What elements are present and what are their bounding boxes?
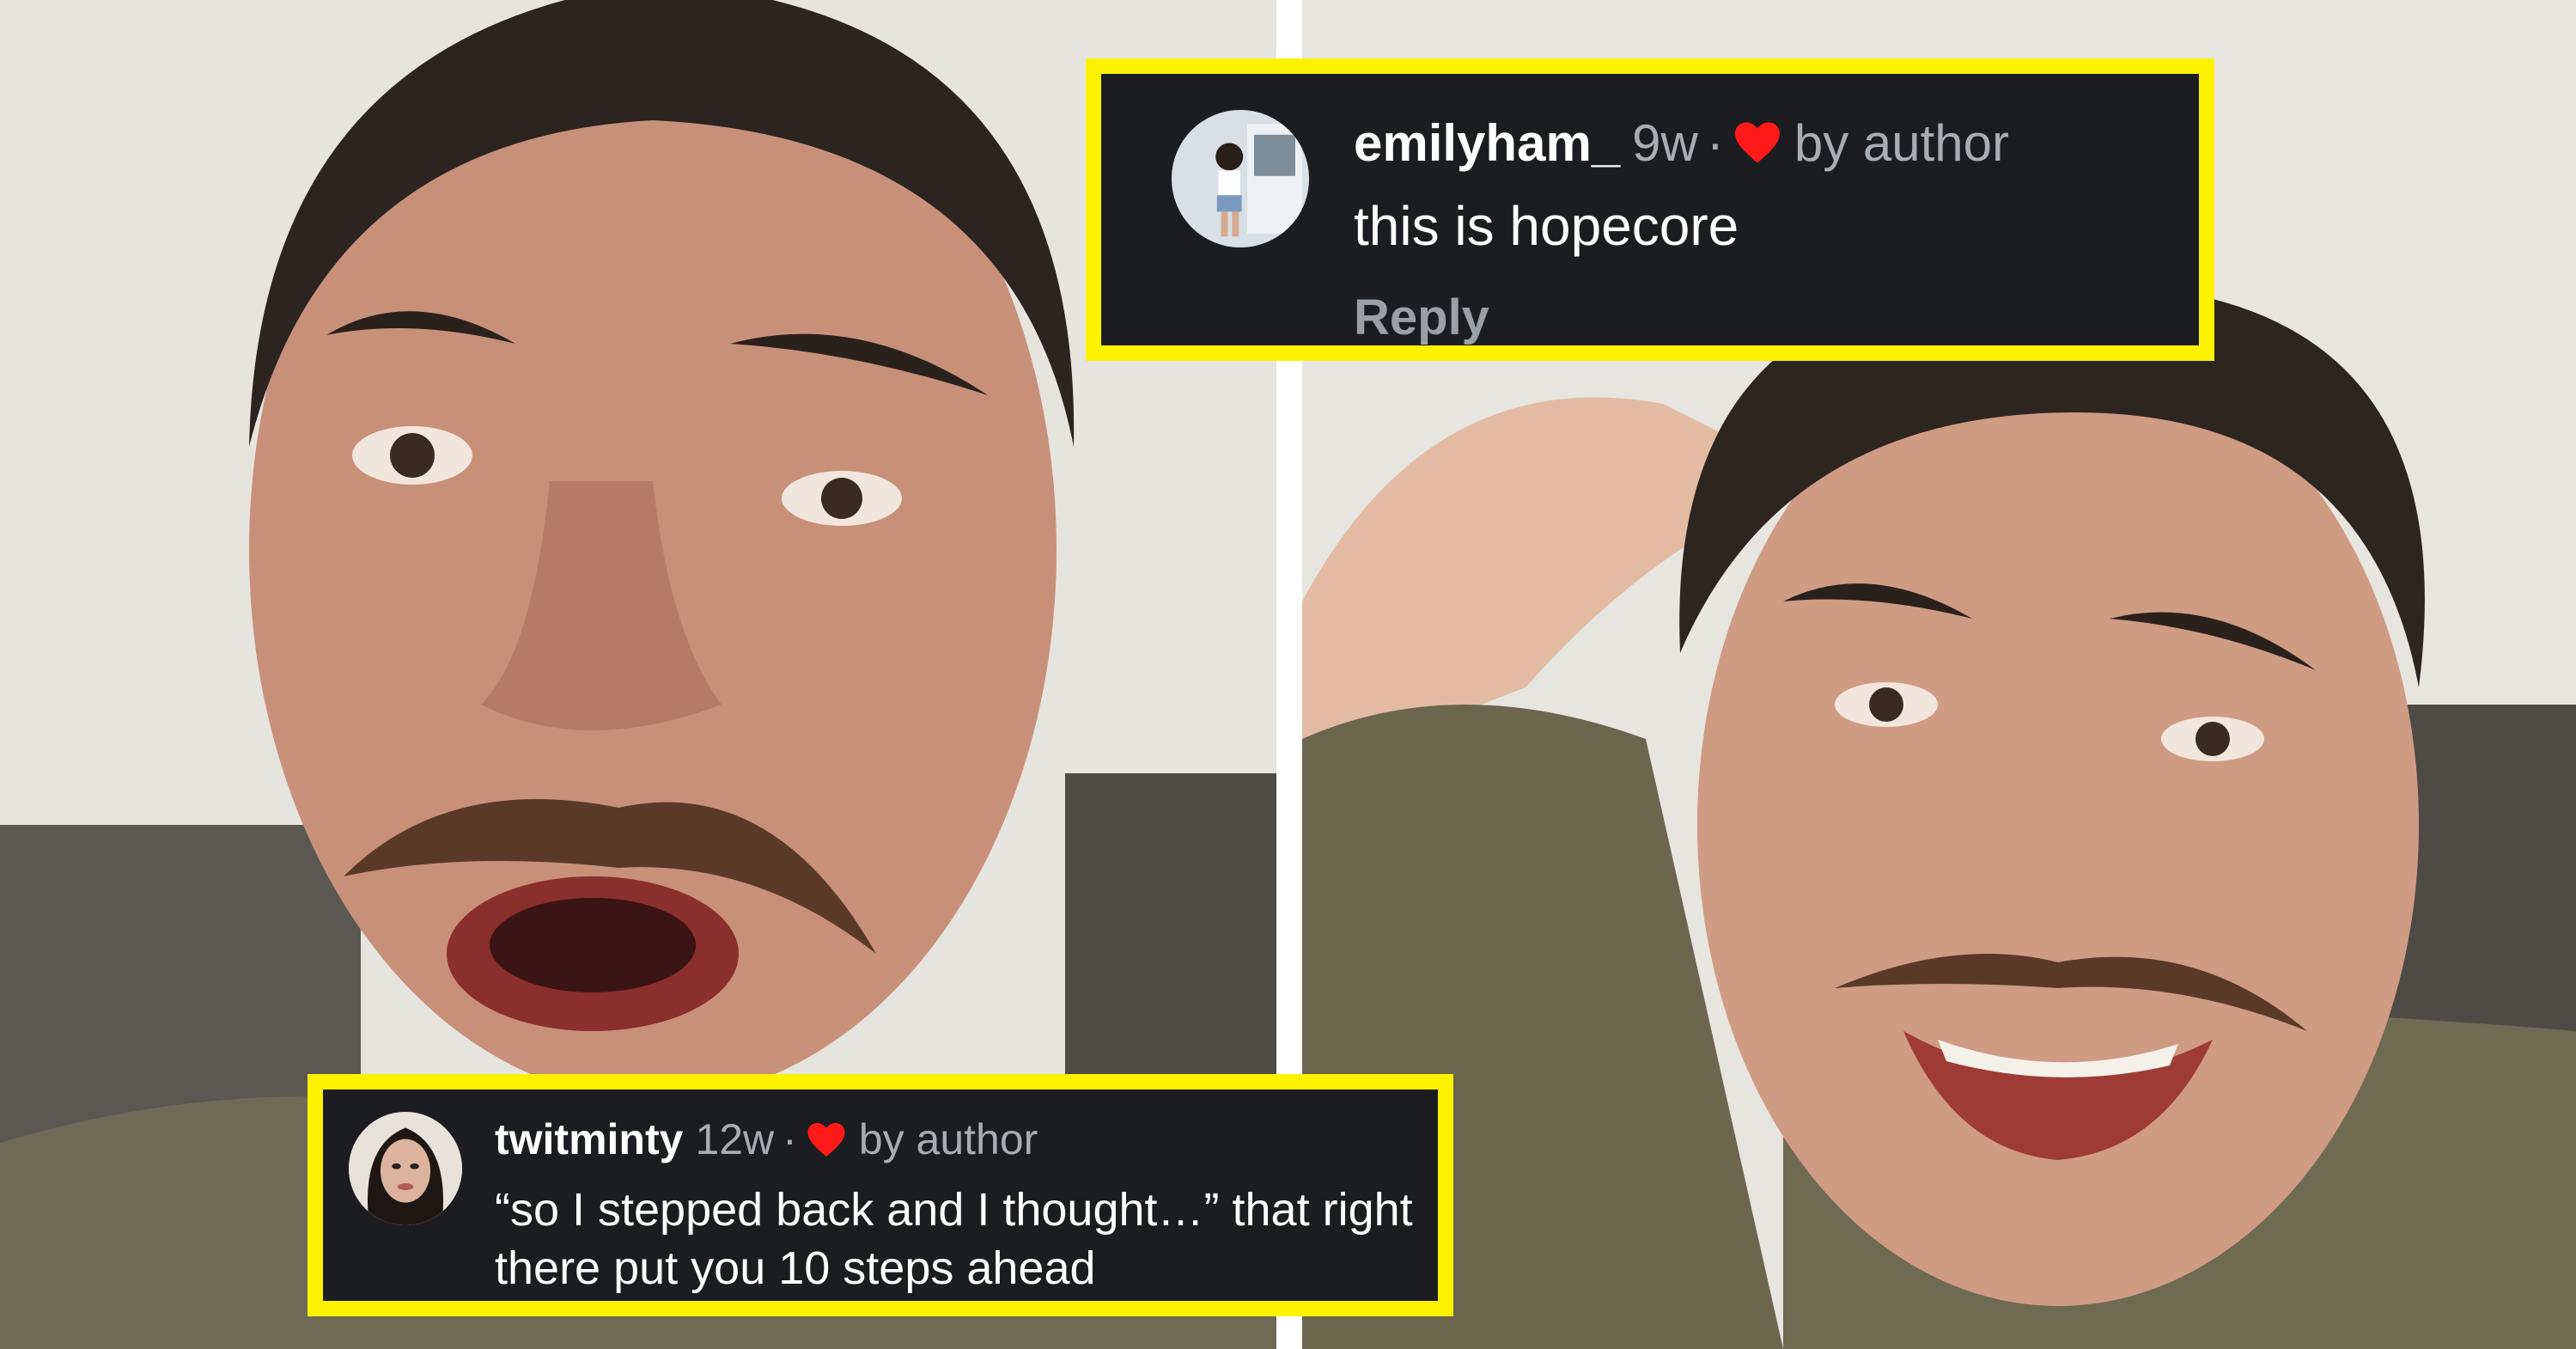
comment-card-emilyham: emilyham_ 9w · by author this is hopecor… (1086, 58, 2214, 361)
username[interactable]: twitminty (495, 1114, 683, 1164)
by-author-label: by author (858, 1115, 1038, 1163)
avatar[interactable] (1172, 110, 1309, 247)
avatar[interactable] (349, 1112, 462, 1225)
avatar-image (349, 1112, 462, 1225)
username[interactable]: emilyham_ (1354, 113, 1620, 173)
comment-age: 9w (1632, 113, 1698, 172)
heart-icon (807, 1122, 845, 1157)
comment-meta: twitminty 12w · by author (495, 1112, 1038, 1167)
heart-icon (1734, 122, 1780, 163)
comment-age: 12w (695, 1115, 775, 1163)
comment-text: this is hopecore (1354, 195, 1739, 257)
reply-button[interactable]: Reply (1354, 289, 1489, 346)
comment-meta: emilyham_ 9w · by author (1354, 110, 2009, 175)
comment-text: “so I stepped back and I thought…” that … (495, 1184, 1413, 1294)
comment-card-twitminty: twitminty 12w · by author “so I stepped … (308, 1074, 1453, 1316)
by-author-label: by author (1793, 113, 2010, 172)
separator-dot: · (783, 1115, 797, 1163)
avatar-image (1172, 110, 1309, 247)
separator-dot: · (1706, 113, 1724, 172)
